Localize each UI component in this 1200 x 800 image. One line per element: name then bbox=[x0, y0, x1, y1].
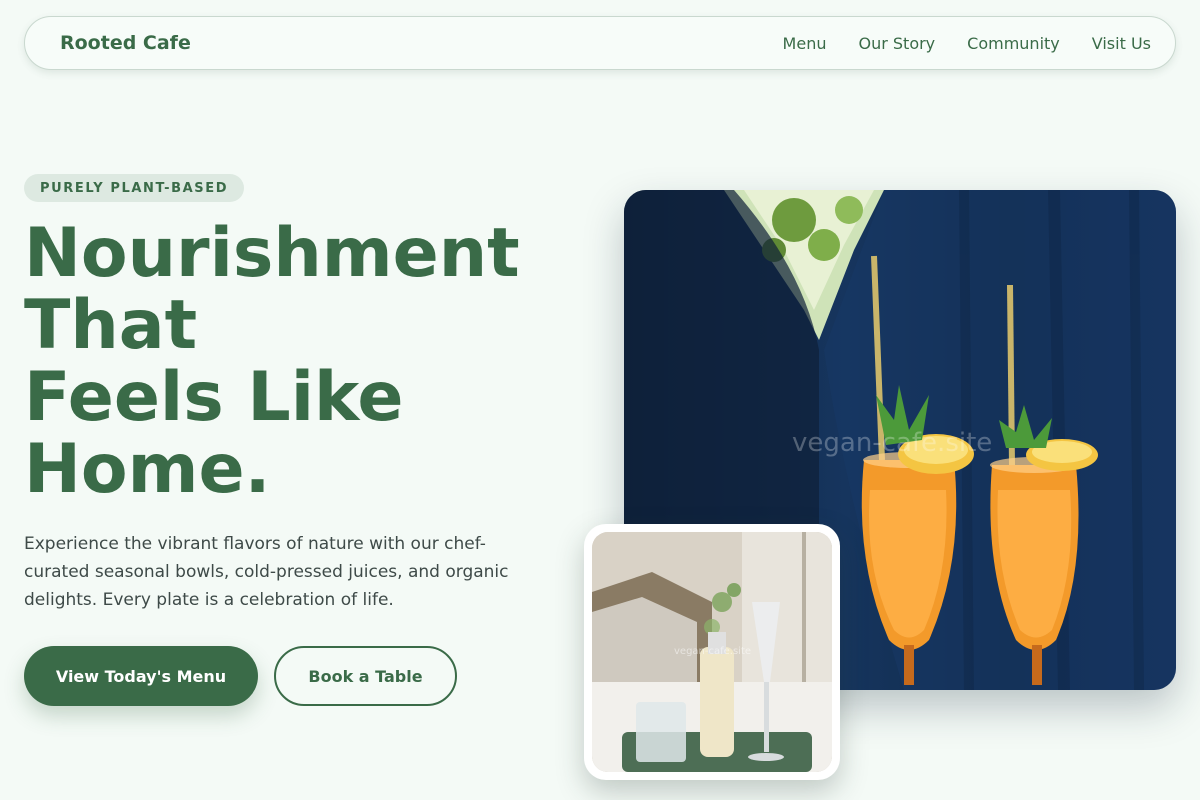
nav-link-visit-us[interactable]: Visit Us bbox=[1092, 34, 1151, 53]
hero-title: Nourishment That Feels Like Home. bbox=[24, 218, 584, 506]
nav-link-community[interactable]: Community bbox=[967, 34, 1060, 53]
hero-description: Experience the vibrant flavors of nature… bbox=[24, 534, 509, 610]
drinks-tray-photo: vegan-cafe.site bbox=[592, 532, 832, 772]
navbar: Rooted Cafe Menu Our Story Community Vis… bbox=[24, 16, 1176, 70]
image-watermark: vegan-cafe.site bbox=[792, 428, 993, 458]
nav-link-menu[interactable]: Menu bbox=[783, 34, 827, 53]
hero-title-line: Feels Like bbox=[24, 358, 404, 437]
image-watermark: vegan-cafe.site bbox=[674, 646, 752, 657]
hero-title-line: Nourishment bbox=[24, 214, 520, 293]
inset-photo-frame: vegan-cafe.site bbox=[584, 524, 840, 780]
nav-links: Menu Our Story Community Visit Us bbox=[783, 34, 1151, 53]
plant-based-badge: PURELY PLANT-BASED bbox=[24, 174, 245, 202]
hero-title-line: That bbox=[24, 286, 198, 365]
view-menu-button[interactable]: View Today's Menu bbox=[24, 646, 258, 706]
nav-link-our-story[interactable]: Our Story bbox=[858, 34, 935, 53]
book-table-button[interactable]: Book a Table bbox=[274, 646, 457, 706]
hero-title-line: Home. bbox=[24, 430, 271, 509]
brand-logo[interactable]: Rooted Cafe bbox=[60, 32, 191, 54]
